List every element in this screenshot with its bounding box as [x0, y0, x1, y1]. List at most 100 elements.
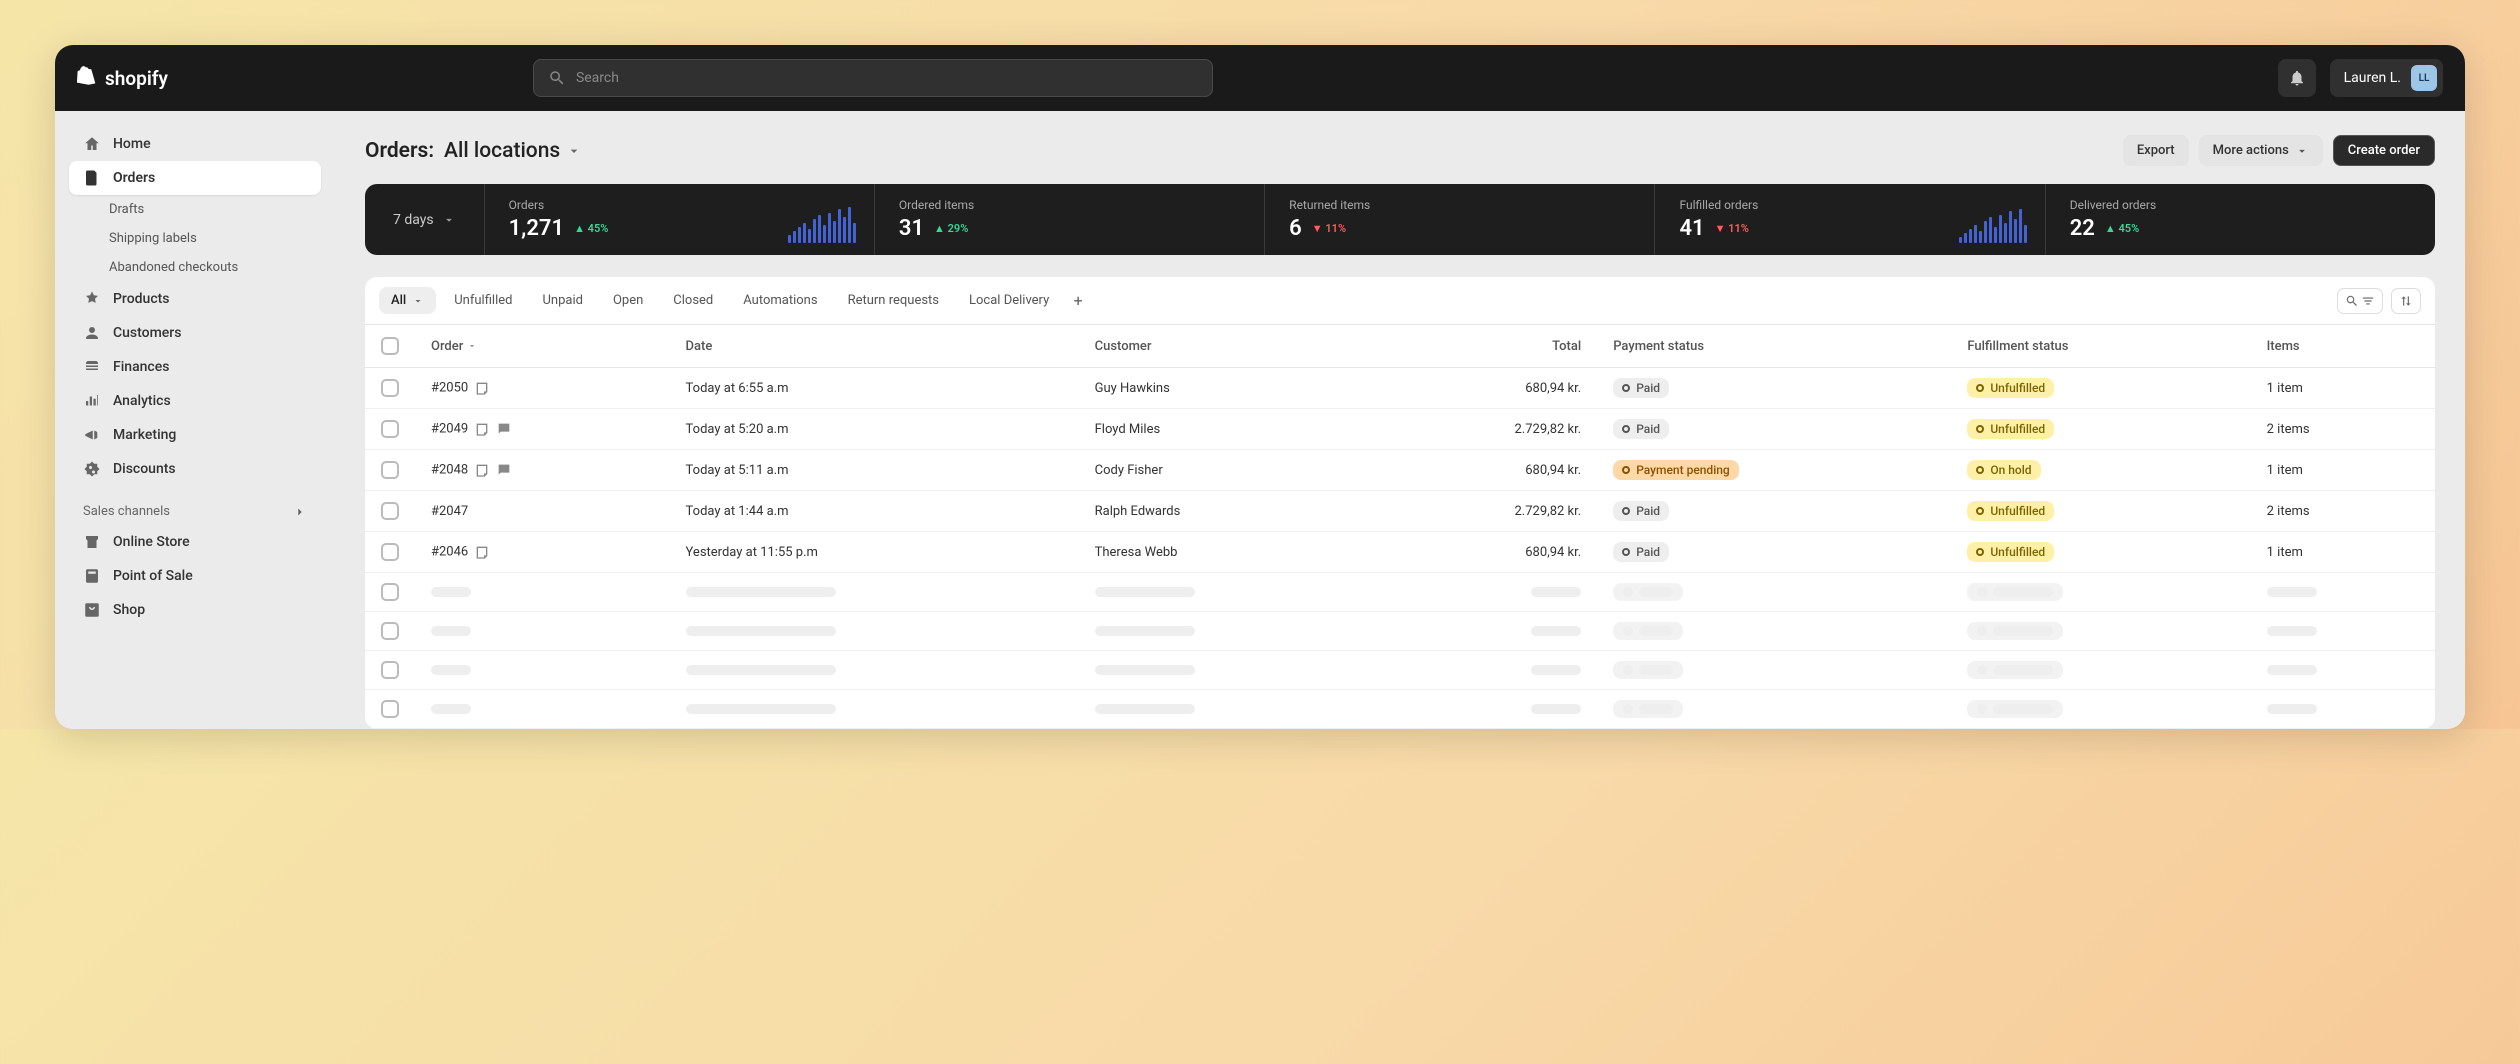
user-menu[interactable]: Lauren L. LL — [2330, 59, 2443, 97]
sidebar-item-label: Products — [113, 291, 170, 307]
row-checkbox[interactable] — [381, 622, 399, 640]
sidebar: Home OrdersDraftsShipping labelsAbandoned… — [55, 111, 335, 729]
cell-payment: Paid — [1597, 368, 1951, 409]
cell-customer: Ralph Edwards — [1079, 491, 1376, 532]
column-fulfillment-status[interactable]: Fulfillment status — [1951, 325, 2250, 368]
search-icon — [2345, 294, 2359, 308]
user-name: Lauren L. — [2344, 70, 2401, 86]
channel-item-shop[interactable]: Shop — [69, 593, 321, 627]
orders-table: Order DateCustomerTotalPayment statusFul… — [365, 325, 2435, 729]
stat-delta: ▼ 11% — [1715, 222, 1749, 235]
stat-fulfilled-orders[interactable]: Fulfilled orders41▼ 11% — [1655, 184, 2045, 255]
sort-button[interactable] — [2391, 288, 2421, 314]
stat-ordered-items[interactable]: Ordered items 31 ▲ 29% — [875, 184, 1265, 255]
page-title: Orders: All locations — [365, 139, 582, 163]
tab-unfulfilled[interactable]: Unfulfilled — [442, 287, 524, 314]
more-actions-button[interactable]: More actions — [2199, 135, 2323, 166]
export-button[interactable]: Export — [2123, 135, 2189, 166]
row-checkbox[interactable] — [381, 543, 399, 561]
table-row-loading — [365, 573, 2435, 612]
stat-label: Ordered items — [899, 198, 1240, 212]
sales-channels-header: Sales channels — [69, 486, 321, 525]
table-row[interactable]: #2046 Yesterday at 11:55 p.m Theresa Web… — [365, 532, 2435, 573]
channel-item-online-store[interactable]: Online Store — [69, 525, 321, 559]
chevron-down-icon — [442, 213, 456, 227]
row-checkbox[interactable] — [381, 583, 399, 601]
stat-orders[interactable]: Orders1,271▲ 45% — [485, 184, 875, 255]
sidebar-item-label: Home — [113, 136, 151, 152]
stat-delta: ▲ 29% — [934, 222, 968, 235]
table-row[interactable]: #2047 Today at 1:44 a.m Ralph Edwards 2.… — [365, 491, 2435, 532]
column-total[interactable]: Total — [1375, 325, 1597, 368]
column-customer[interactable]: Customer — [1079, 325, 1376, 368]
row-checkbox[interactable] — [381, 700, 399, 718]
table-row[interactable]: #2048 Today at 5:11 a.m Cody Fisher 680,… — [365, 450, 2435, 491]
tab-closed[interactable]: Closed — [661, 287, 725, 314]
tab-local-delivery[interactable]: Local Delivery — [957, 287, 1061, 314]
chevron-right-icon[interactable] — [293, 505, 307, 519]
sidebar-item-customers[interactable]: Customers — [69, 316, 321, 350]
products-icon — [83, 290, 101, 308]
column-payment-status[interactable]: Payment status — [1597, 325, 1951, 368]
cell-payment: Paid — [1597, 491, 1951, 532]
sidebar-item-analytics[interactable]: Analytics — [69, 384, 321, 418]
sidebar-item-orders[interactable]: Orders — [69, 161, 321, 195]
fulfillment-badge: Unfulfilled — [1967, 542, 2054, 562]
sidebar-item-finances[interactable]: Finances — [69, 350, 321, 384]
select-all-checkbox[interactable] — [381, 337, 399, 355]
search-input[interactable]: Search — [533, 59, 1213, 97]
orders-table-card: AllUnfulfilledUnpaidOpenClosedAutomation… — [365, 277, 2435, 729]
sidebar-sub-drafts[interactable]: Drafts — [69, 195, 321, 224]
tab-unpaid[interactable]: Unpaid — [530, 287, 594, 314]
main-content: Orders: All locations Export More action… — [335, 111, 2465, 729]
search-filter-button[interactable] — [2337, 288, 2383, 314]
row-checkbox[interactable] — [381, 461, 399, 479]
brand-logo[interactable]: shopify — [77, 66, 168, 90]
column-date[interactable]: Date — [670, 325, 1079, 368]
sidebar-item-products[interactable]: Products — [69, 282, 321, 316]
add-tab-button[interactable]: + — [1067, 290, 1089, 312]
sidebar-sub-abandoned-checkouts[interactable]: Abandoned checkouts — [69, 253, 321, 282]
column-order[interactable]: Order — [415, 325, 670, 368]
tab-automations[interactable]: Automations — [731, 287, 829, 314]
tab-open[interactable]: Open — [601, 287, 655, 314]
fulfillment-badge: Unfulfilled — [1967, 419, 2054, 439]
stat-value: 22 — [2070, 216, 2095, 241]
table-row[interactable]: #2049 Today at 5:20 a.m Floyd Miles 2.72… — [365, 409, 2435, 450]
cell-customer: Guy Hawkins — [1079, 368, 1376, 409]
cell-items: 1 item — [2251, 450, 2435, 491]
table-row[interactable]: #2050 Today at 6:55 a.m Guy Hawkins 680,… — [365, 368, 2435, 409]
row-checkbox[interactable] — [381, 379, 399, 397]
sidebar-item-discounts[interactable]: Discounts — [69, 452, 321, 486]
location-dropdown[interactable]: All locations — [444, 139, 582, 163]
stat-value: 1,271 — [509, 216, 564, 241]
payment-badge: Payment pending — [1613, 460, 1739, 480]
cell-customer: Theresa Webb — [1079, 532, 1376, 573]
row-checkbox[interactable] — [381, 420, 399, 438]
table-row-loading — [365, 651, 2435, 690]
marketing-icon — [83, 426, 101, 444]
payment-badge: Paid — [1613, 542, 1669, 562]
create-order-button[interactable]: Create order — [2333, 135, 2435, 166]
cell-payment: Payment pending — [1597, 450, 1951, 491]
home-icon — [83, 135, 101, 153]
notifications-button[interactable] — [2278, 59, 2316, 97]
sidebar-sub-shipping-labels[interactable]: Shipping labels — [69, 224, 321, 253]
row-checkbox[interactable] — [381, 502, 399, 520]
cell-fulfillment: On hold — [1951, 450, 2250, 491]
stat-delta: ▲ 45% — [2105, 222, 2139, 235]
sidebar-item-marketing[interactable]: Marketing — [69, 418, 321, 452]
sidebar-item-home[interactable]: Home — [69, 127, 321, 161]
channel-item-point-of-sale[interactable]: Point of Sale — [69, 559, 321, 593]
tab-return-requests[interactable]: Return requests — [836, 287, 951, 314]
column-items[interactable]: Items — [2251, 325, 2435, 368]
stat-value: 31 — [899, 216, 924, 241]
stat-delivered-orders[interactable]: Delivered orders 22 ▲ 45% — [2046, 184, 2435, 255]
tab-all[interactable]: All — [379, 287, 436, 314]
cell-items: 1 item — [2251, 532, 2435, 573]
date-range-selector[interactable]: 7 days — [365, 184, 485, 255]
stat-label: Delivered orders — [2070, 198, 2411, 212]
row-checkbox[interactable] — [381, 661, 399, 679]
stat-returned-items[interactable]: Returned items6▼ 11% — [1265, 184, 1655, 255]
cell-fulfillment: Unfulfilled — [1951, 368, 2250, 409]
